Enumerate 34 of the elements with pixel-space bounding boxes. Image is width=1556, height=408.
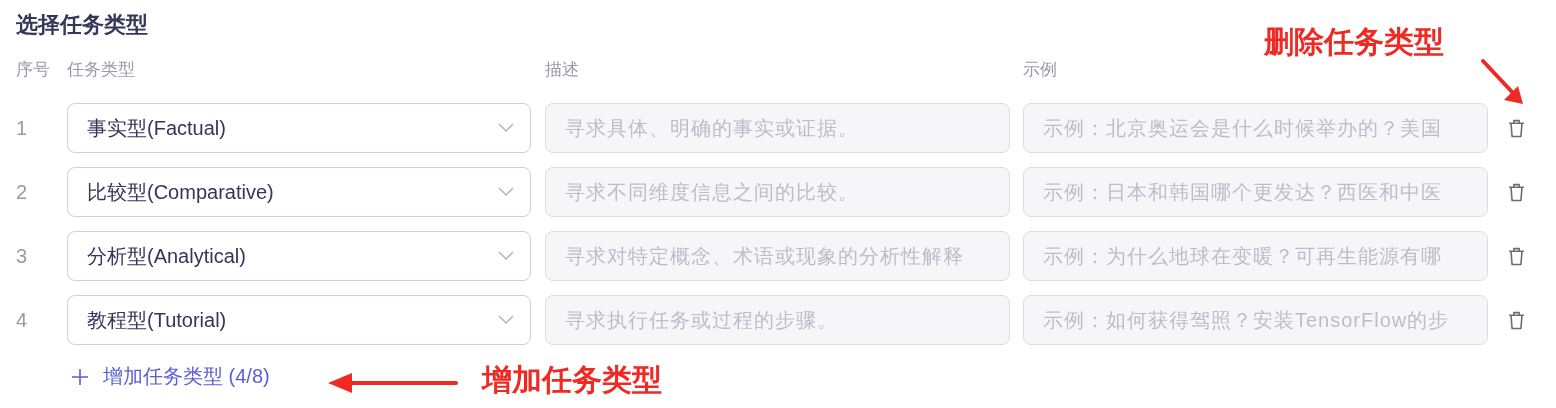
example-field[interactable]: 示例：为什么地球在变暖？可再生能源有哪 [1023, 231, 1488, 281]
row-number: 1 [16, 116, 29, 140]
delete-icon[interactable] [1508, 182, 1525, 202]
chevron-down-icon [498, 187, 514, 197]
example-field[interactable]: 示例：北京奥运会是什么时候举办的？美国 [1023, 103, 1488, 153]
row-number: 2 [16, 180, 29, 204]
delete-icon[interactable] [1508, 310, 1525, 330]
task-type-select[interactable]: 分析型(Analytical) [67, 231, 531, 281]
task-type-select[interactable]: 比较型(Comparative) [67, 167, 531, 217]
plus-icon [71, 367, 89, 386]
column-header: 序号 [16, 58, 50, 81]
add-task-type-button[interactable]: 增加任务类型 (4/8) [71, 359, 270, 394]
delete-icon[interactable] [1508, 118, 1525, 138]
annotation-arrow [1480, 58, 1526, 106]
column-header: 任务类型 [67, 58, 135, 81]
row-number: 4 [16, 308, 29, 332]
example-field[interactable]: 示例：如何获得驾照？安装TensorFlow的步 [1023, 295, 1488, 345]
description-field[interactable]: 寻求具体、明确的事实或证据。 [545, 103, 1010, 153]
task-type-select[interactable]: 事实型(Factual) [67, 103, 531, 153]
chevron-down-icon [498, 123, 514, 133]
column-header: 示例 [1023, 58, 1057, 81]
delete-icon[interactable] [1508, 246, 1525, 266]
chevron-down-icon [498, 315, 514, 325]
task-type-select[interactable]: 教程型(Tutorial) [67, 295, 531, 345]
description-field[interactable]: 寻求执行任务或过程的步骤。 [545, 295, 1010, 345]
chevron-down-icon [498, 251, 514, 261]
section-title: 选择任务类型 [16, 11, 148, 39]
example-field[interactable]: 示例：日本和韩国哪个更发达？西医和中医 [1023, 167, 1488, 217]
column-header: 描述 [545, 58, 579, 81]
row-number: 3 [16, 244, 29, 268]
description-field[interactable]: 寻求不同维度信息之间的比较。 [545, 167, 1010, 217]
description-field[interactable]: 寻求对特定概念、术语或现象的分析性解释 [545, 231, 1010, 281]
annotation-label: 增加任务类型 [482, 362, 662, 398]
annotation-label: 删除任务类型 [1264, 24, 1444, 60]
